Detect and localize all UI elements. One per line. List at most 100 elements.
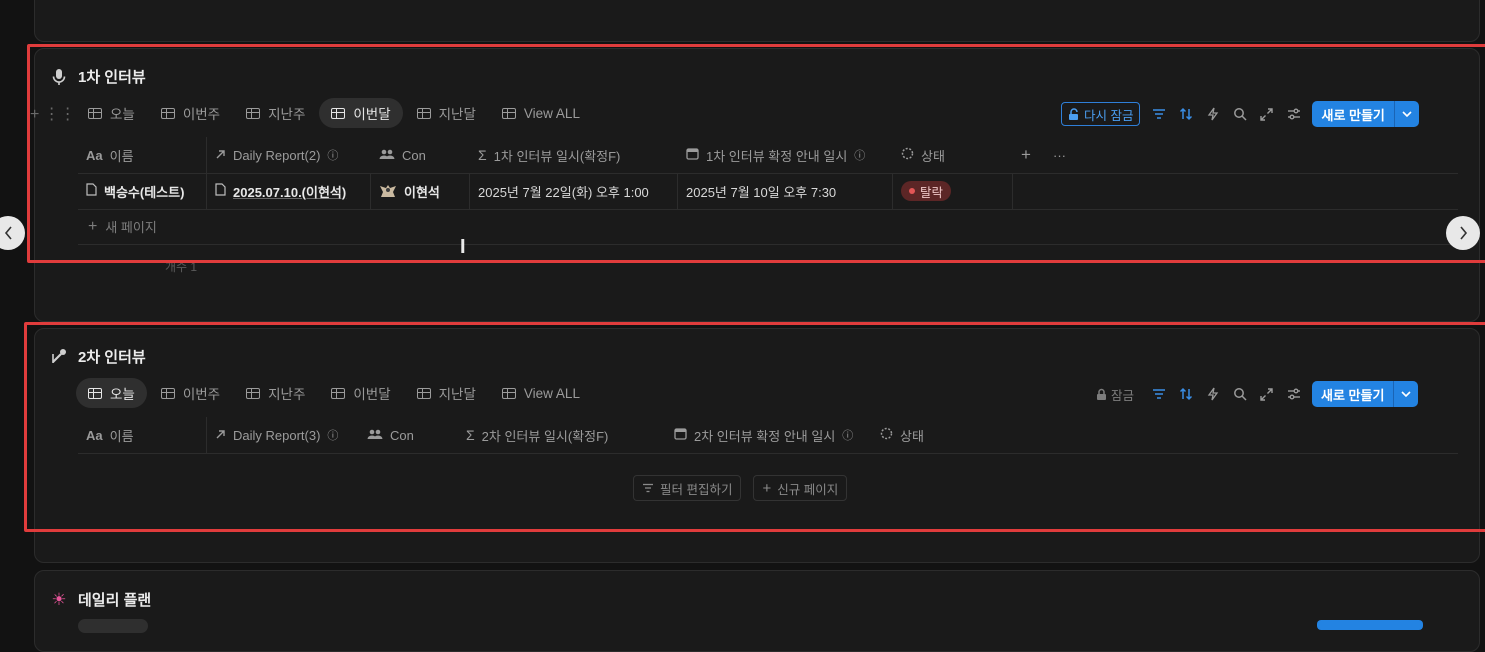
section-1-toolbar: 다시 잠금 새로 만들기: [1061, 101, 1419, 127]
tab-this-week[interactable]: 이번주: [149, 98, 232, 128]
chevron-left-icon: [4, 226, 12, 240]
info-icon: ⓘ: [854, 150, 866, 162]
table-icon: [160, 387, 175, 399]
table-icon: [88, 387, 102, 399]
cell-notice-time[interactable]: 2025년 7월 10일 오후 7:30: [678, 173, 893, 209]
unlock-icon: [1069, 107, 1078, 120]
column-con[interactable]: Con: [371, 137, 470, 173]
settings-sliders-icon[interactable]: [1285, 106, 1302, 123]
column-con[interactable]: Con: [359, 417, 458, 453]
people-icon: [379, 148, 395, 163]
table-row[interactable]: 백승수(테스트) 2025.07.10.(이현석) 이현석 2025년 7월 2…: [78, 173, 1458, 210]
partial-active-tab: [78, 619, 148, 633]
table-icon: [416, 107, 431, 119]
section-title-text: 데일리 플랜: [78, 592, 152, 609]
tab-this-month[interactable]: 이번달: [319, 98, 403, 128]
column-status[interactable]: 상태: [893, 137, 1013, 173]
tab-this-month[interactable]: 이번달: [319, 378, 402, 408]
scroll-right-button[interactable]: [1446, 216, 1480, 250]
search-icon[interactable]: [1231, 106, 1248, 123]
empty-state-actions: 필터 편집하기 + 신규 페이지: [633, 475, 848, 501]
column-interview-time[interactable]: Σ 2차 인터뷰 일시(확정F): [458, 417, 666, 453]
plus-icon: +: [762, 479, 772, 497]
microphone-icon: [50, 68, 68, 86]
sigma-icon: Σ: [478, 147, 487, 163]
lightning-icon[interactable]: [1204, 106, 1221, 123]
column-daily-report[interactable]: Daily Report(3) ⓘ: [206, 417, 359, 453]
section-3-card: [34, 570, 1480, 652]
cell-daily-report[interactable]: 2025.07.10.(이현석): [206, 173, 371, 209]
new-page-row[interactable]: + 새 페이지: [78, 209, 1458, 245]
column-status[interactable]: 상태: [872, 417, 992, 453]
cell-con[interactable]: 이현석: [371, 173, 470, 209]
section-title-text: 1차 인터뷰: [78, 69, 146, 86]
expand-icon[interactable]: [1258, 106, 1275, 123]
chevron-down-icon[interactable]: [1393, 101, 1419, 127]
column-name[interactable]: Aa 이름: [78, 137, 206, 173]
filter-icon[interactable]: [1150, 386, 1167, 403]
tab-today[interactable]: 오늘: [76, 98, 147, 128]
cell-status[interactable]: 탈락: [893, 173, 1013, 209]
table-icon: [416, 387, 431, 399]
cell-name[interactable]: 백승수(테스트): [78, 173, 206, 209]
info-icon: ⓘ: [327, 150, 339, 162]
lock-button[interactable]: 잠금: [1090, 383, 1140, 405]
table-icon: [501, 387, 516, 399]
tab-this-week[interactable]: 이번주: [149, 378, 232, 408]
drag-handle-icon[interactable]: + ⋮⋮: [30, 104, 76, 124]
column-notice-time[interactable]: 1차 인터뷰 확정 안내 일시 ⓘ: [678, 137, 893, 173]
tab-view-all[interactable]: View ALL: [490, 378, 592, 408]
arrow-up-right-icon: [215, 428, 226, 443]
search-icon[interactable]: [1231, 386, 1248, 403]
section-2-tabs: 오늘 이번주 지난주 이번달 지난달 View ALL: [76, 378, 592, 408]
new-button[interactable]: 새로 만들기: [1312, 381, 1419, 407]
chevron-down-icon[interactable]: [1393, 381, 1418, 407]
partial-new-button: [1317, 620, 1423, 630]
settings-sliders-icon[interactable]: [1285, 386, 1302, 403]
tab-last-month[interactable]: 지난달: [405, 98, 488, 128]
scroll-left-button[interactable]: [0, 216, 25, 250]
chevron-right-icon: [1459, 226, 1467, 240]
column-notice-time[interactable]: 2차 인터뷰 확정 안내 일시 ⓘ: [666, 417, 872, 453]
section-2-title[interactable]: 2차 인터뷰: [50, 346, 146, 367]
status-icon: [901, 147, 914, 163]
calendar-icon: [686, 147, 699, 163]
section-1-title[interactable]: 1차 인터뷰: [50, 66, 146, 87]
cell-interview-time[interactable]: 2025년 7월 22일(화) 오후 1:00: [470, 173, 678, 209]
section-1-table-header: Aa 이름 Daily Report(2) ⓘ Con Σ 1차 인터뷰 일시(확…: [78, 137, 1458, 174]
table-icon: [331, 387, 346, 399]
tab-last-week[interactable]: 지난주: [234, 98, 317, 128]
calendar-icon: [674, 427, 687, 443]
new-page-button[interactable]: + 신규 페이지: [753, 475, 848, 501]
section-3-title[interactable]: ☀ 데일리 플랜: [50, 589, 151, 610]
column-interview-time[interactable]: Σ 1차 인터뷰 일시(확정F): [470, 137, 678, 173]
column-daily-report[interactable]: Daily Report(2) ⓘ: [206, 137, 371, 173]
table-icon: [246, 107, 261, 119]
status-icon: [880, 427, 893, 443]
expand-icon[interactable]: [1258, 386, 1275, 403]
table-icon: [501, 107, 516, 119]
more-options-button[interactable]: ···: [1045, 137, 1075, 173]
tab-last-week[interactable]: 지난주: [234, 378, 317, 408]
new-button[interactable]: 새로 만들기: [1312, 101, 1419, 127]
relock-button[interactable]: 다시 잠금: [1061, 102, 1141, 126]
sort-icon[interactable]: [1177, 386, 1194, 403]
info-icon: ⓘ: [842, 430, 854, 442]
column-name[interactable]: Aa 이름: [78, 417, 206, 453]
tab-view-all[interactable]: View ALL: [490, 98, 592, 128]
sun-icon: ☀: [51, 589, 67, 609]
table-icon: [160, 107, 175, 119]
tab-last-month[interactable]: 지난달: [405, 378, 488, 408]
filter-icon[interactable]: [1150, 106, 1167, 123]
filter-icon: [643, 483, 653, 493]
add-column-button[interactable]: +: [1013, 137, 1045, 173]
status-badge: 탈락: [901, 181, 952, 201]
table-icon: [88, 107, 102, 119]
tab-today[interactable]: 오늘: [76, 378, 147, 408]
section-2-table-header: Aa 이름 Daily Report(3) ⓘ Con Σ 2차 인터뷰 일시(확…: [78, 417, 1458, 454]
lightning-icon[interactable]: [1204, 386, 1221, 403]
lock-icon: [1097, 388, 1106, 400]
sort-icon[interactable]: [1177, 106, 1194, 123]
info-icon: ⓘ: [327, 430, 339, 442]
edit-filter-button[interactable]: 필터 편집하기: [633, 475, 742, 501]
